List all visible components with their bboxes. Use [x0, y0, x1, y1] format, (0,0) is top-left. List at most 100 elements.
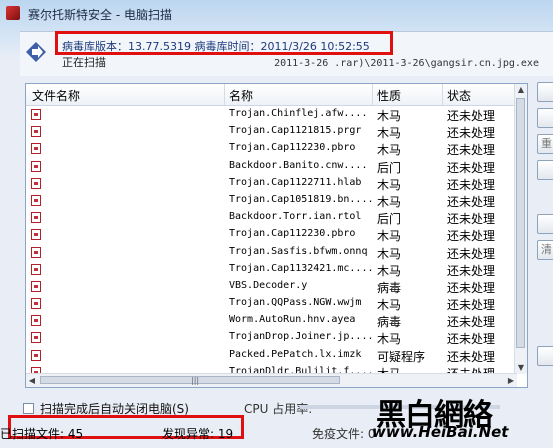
threat-type: 木马: [377, 298, 402, 313]
threat-state: 还未处理: [447, 212, 496, 227]
threat-state: 还未处理: [447, 143, 496, 158]
threat-state: 还未处理: [447, 298, 496, 313]
threat-file-icon: [31, 126, 41, 138]
vertical-scrollbar[interactable]: ▲ ▼: [514, 84, 527, 374]
threat-file-icon: [31, 229, 41, 241]
scroll-up-icon[interactable]: ▲: [515, 84, 527, 96]
scanning-path: 2011-3-26 .rar)\2011-3-26\gangsir.cn.jpg…: [274, 58, 539, 69]
threat-type: 后门: [377, 212, 402, 227]
threat-file-icon: [31, 298, 41, 310]
column-header-state[interactable]: 状态: [447, 87, 471, 104]
threat-file-icon: [31, 194, 41, 206]
side-button-6[interactable]: 清: [537, 240, 553, 260]
threat-name: Worm.AutoRun.hnv.ayea: [229, 314, 356, 326]
threat-name: Trojan.Chinflej.afw....: [229, 108, 368, 119]
table-row[interactable]: Trojan.Cap112230.pbro 木马 还未处理: [26, 140, 516, 157]
threat-state: 还未处理: [447, 315, 496, 330]
table-row[interactable]: Backdoor.Torr.ian.rtol 后门 还未处理: [26, 209, 516, 226]
scroll-right-icon[interactable]: ▶: [505, 374, 517, 387]
side-button-1[interactable]: [537, 82, 553, 102]
anomaly-count: 发现异常: 19: [162, 427, 234, 441]
threat-state: 还未处理: [447, 280, 496, 295]
auto-shutdown-checkbox[interactable]: [23, 403, 34, 414]
threat-name: Trojan.Cap1051819.bn....: [229, 193, 374, 205]
threat-state: 还未处理: [447, 126, 496, 141]
threat-name: Trojan.QQPass.NGW.wwjm: [229, 297, 362, 309]
table-row[interactable]: Trojan.Cap112230.pbro 木马 还未处理: [26, 226, 516, 243]
scanning-label: 正在扫描: [62, 56, 106, 69]
title-bar: 赛尔托斯特安全 - 电脑扫描: [0, 0, 553, 28]
threat-name: TrojanDrop.Joiner.jp....: [229, 331, 374, 343]
table-row[interactable]: Trojan.Cap1051819.bn.... 木马 还未处理: [26, 192, 516, 209]
threat-file-icon: [31, 143, 41, 155]
column-header-name[interactable]: 名称: [229, 87, 253, 104]
threat-type: 木马: [377, 143, 402, 158]
threat-name: VBS.Decoder.y: [229, 279, 308, 291]
threat-file-icon: [31, 315, 41, 327]
threat-file-icon: [31, 177, 41, 189]
table-row[interactable]: Trojan.Sasfis.bfwm.onnq 木马 还未处理: [26, 244, 516, 261]
threat-state: 还未处理: [447, 177, 496, 192]
threat-type: 木马: [377, 194, 402, 209]
threat-type: 木马: [377, 229, 402, 244]
column-divider: [224, 84, 225, 105]
table-row[interactable]: Worm.AutoRun.hnv.ayea 病毒 还未处理: [26, 312, 516, 329]
table-row[interactable]: Trojan.Cap1121815.prgr 木马 还未处理: [26, 123, 516, 140]
window-title: 赛尔托斯特安全 - 电脑扫描: [28, 8, 172, 22]
threat-type: 木马: [377, 109, 402, 123]
threat-name: Trojan.Sasfis.bfwm.onnq: [229, 245, 368, 257]
side-button-4[interactable]: [537, 160, 553, 180]
scroll-left-icon[interactable]: ◀: [26, 374, 38, 387]
threat-type: 病毒: [377, 315, 402, 330]
threat-file-icon: [31, 332, 41, 344]
horizontal-scrollbar[interactable]: ◀ ||| ▶: [26, 373, 517, 387]
grip-icon: |||: [191, 376, 200, 385]
side-button-3[interactable]: 重: [537, 134, 553, 154]
column-divider: [372, 84, 373, 105]
table-row[interactable]: Trojan.Cap1122711.hlab 木马 还未处理: [26, 175, 516, 192]
side-button-5[interactable]: [537, 214, 553, 234]
threat-name: Backdoor.Torr.ian.rtol: [229, 211, 362, 223]
threat-file-icon: [31, 160, 41, 172]
threat-file-icon: [31, 263, 41, 275]
scanned-files-count: 已扫描文件: 45: [0, 427, 84, 441]
immune-files-count: 免疫文件: 0: [312, 427, 376, 441]
threat-state: 还未处理: [447, 109, 496, 123]
table-row[interactable]: Backdoor.Banito.cnw.... 后门 还未处理: [26, 158, 516, 175]
side-button-2[interactable]: [537, 108, 553, 128]
scanning-status: 正在扫描 2011-3-26 .rar)\2011-3-26\gangsir.c…: [62, 54, 539, 70]
threat-state: 还未处理: [447, 332, 496, 347]
column-header-filename[interactable]: 文件名称: [32, 87, 80, 104]
table-row[interactable]: Trojan.Cap1132421.mc.... 木马 还未处理: [26, 261, 516, 278]
threat-file-icon: [31, 109, 41, 120]
threat-list[interactable]: 文件名称 名称 性质 状态 Trojan.Chinflej.afw.... 木马还…: [25, 83, 528, 388]
watermark-logo: 黑白網絡 www.HeiBai.Net: [372, 390, 542, 441]
scan-arrow-icon: [26, 42, 46, 62]
threat-state: 还未处理: [447, 349, 496, 364]
column-divider: [442, 84, 443, 105]
table-row[interactable]: Trojan.Chinflej.afw.... 木马 还未处理: [26, 106, 516, 123]
threat-name: Trojan.Cap1121815.prgr: [229, 125, 362, 137]
threat-type: 木马: [377, 332, 402, 347]
column-header-type[interactable]: 性质: [377, 87, 401, 104]
threat-name: Trojan.Cap1132421.mc....: [229, 262, 374, 274]
bottom-bar: 扫描完成后自动关闭电脑(S) CPU 占用率: 已扫描文件: 45 发现异常: …: [0, 395, 553, 448]
shield-icon: [6, 6, 20, 20]
threat-name: Trojan.Cap112230.pbro: [229, 228, 356, 240]
table-row[interactable]: Trojan.QQPass.NGW.wwjm 木马 还未处理: [26, 295, 516, 312]
list-header: 文件名称 名称 性质 状态: [26, 84, 516, 106]
table-row[interactable]: TrojanDrop.Joiner.jp.... 木马 还未处理: [26, 329, 516, 346]
table-row[interactable]: VBS.Decoder.y 病毒 还未处理: [26, 278, 516, 295]
threat-type: 木马: [377, 246, 402, 261]
threat-state: 还未处理: [447, 160, 496, 175]
scroll-thumb[interactable]: [516, 98, 525, 348]
side-button-7[interactable]: [537, 346, 553, 366]
threat-name: Trojan.Cap1122711.hlab: [229, 176, 362, 188]
hscroll-thumb[interactable]: |||: [40, 376, 340, 385]
threat-type: 后门: [377, 160, 402, 175]
table-row[interactable]: Packed.PePatch.lx.imzk 可疑程序 还未处理: [26, 347, 516, 364]
threat-file-icon: [31, 349, 41, 361]
threat-file-icon: [31, 246, 41, 258]
threat-file-icon: [31, 212, 41, 224]
db-highlight-box: [55, 31, 393, 55]
